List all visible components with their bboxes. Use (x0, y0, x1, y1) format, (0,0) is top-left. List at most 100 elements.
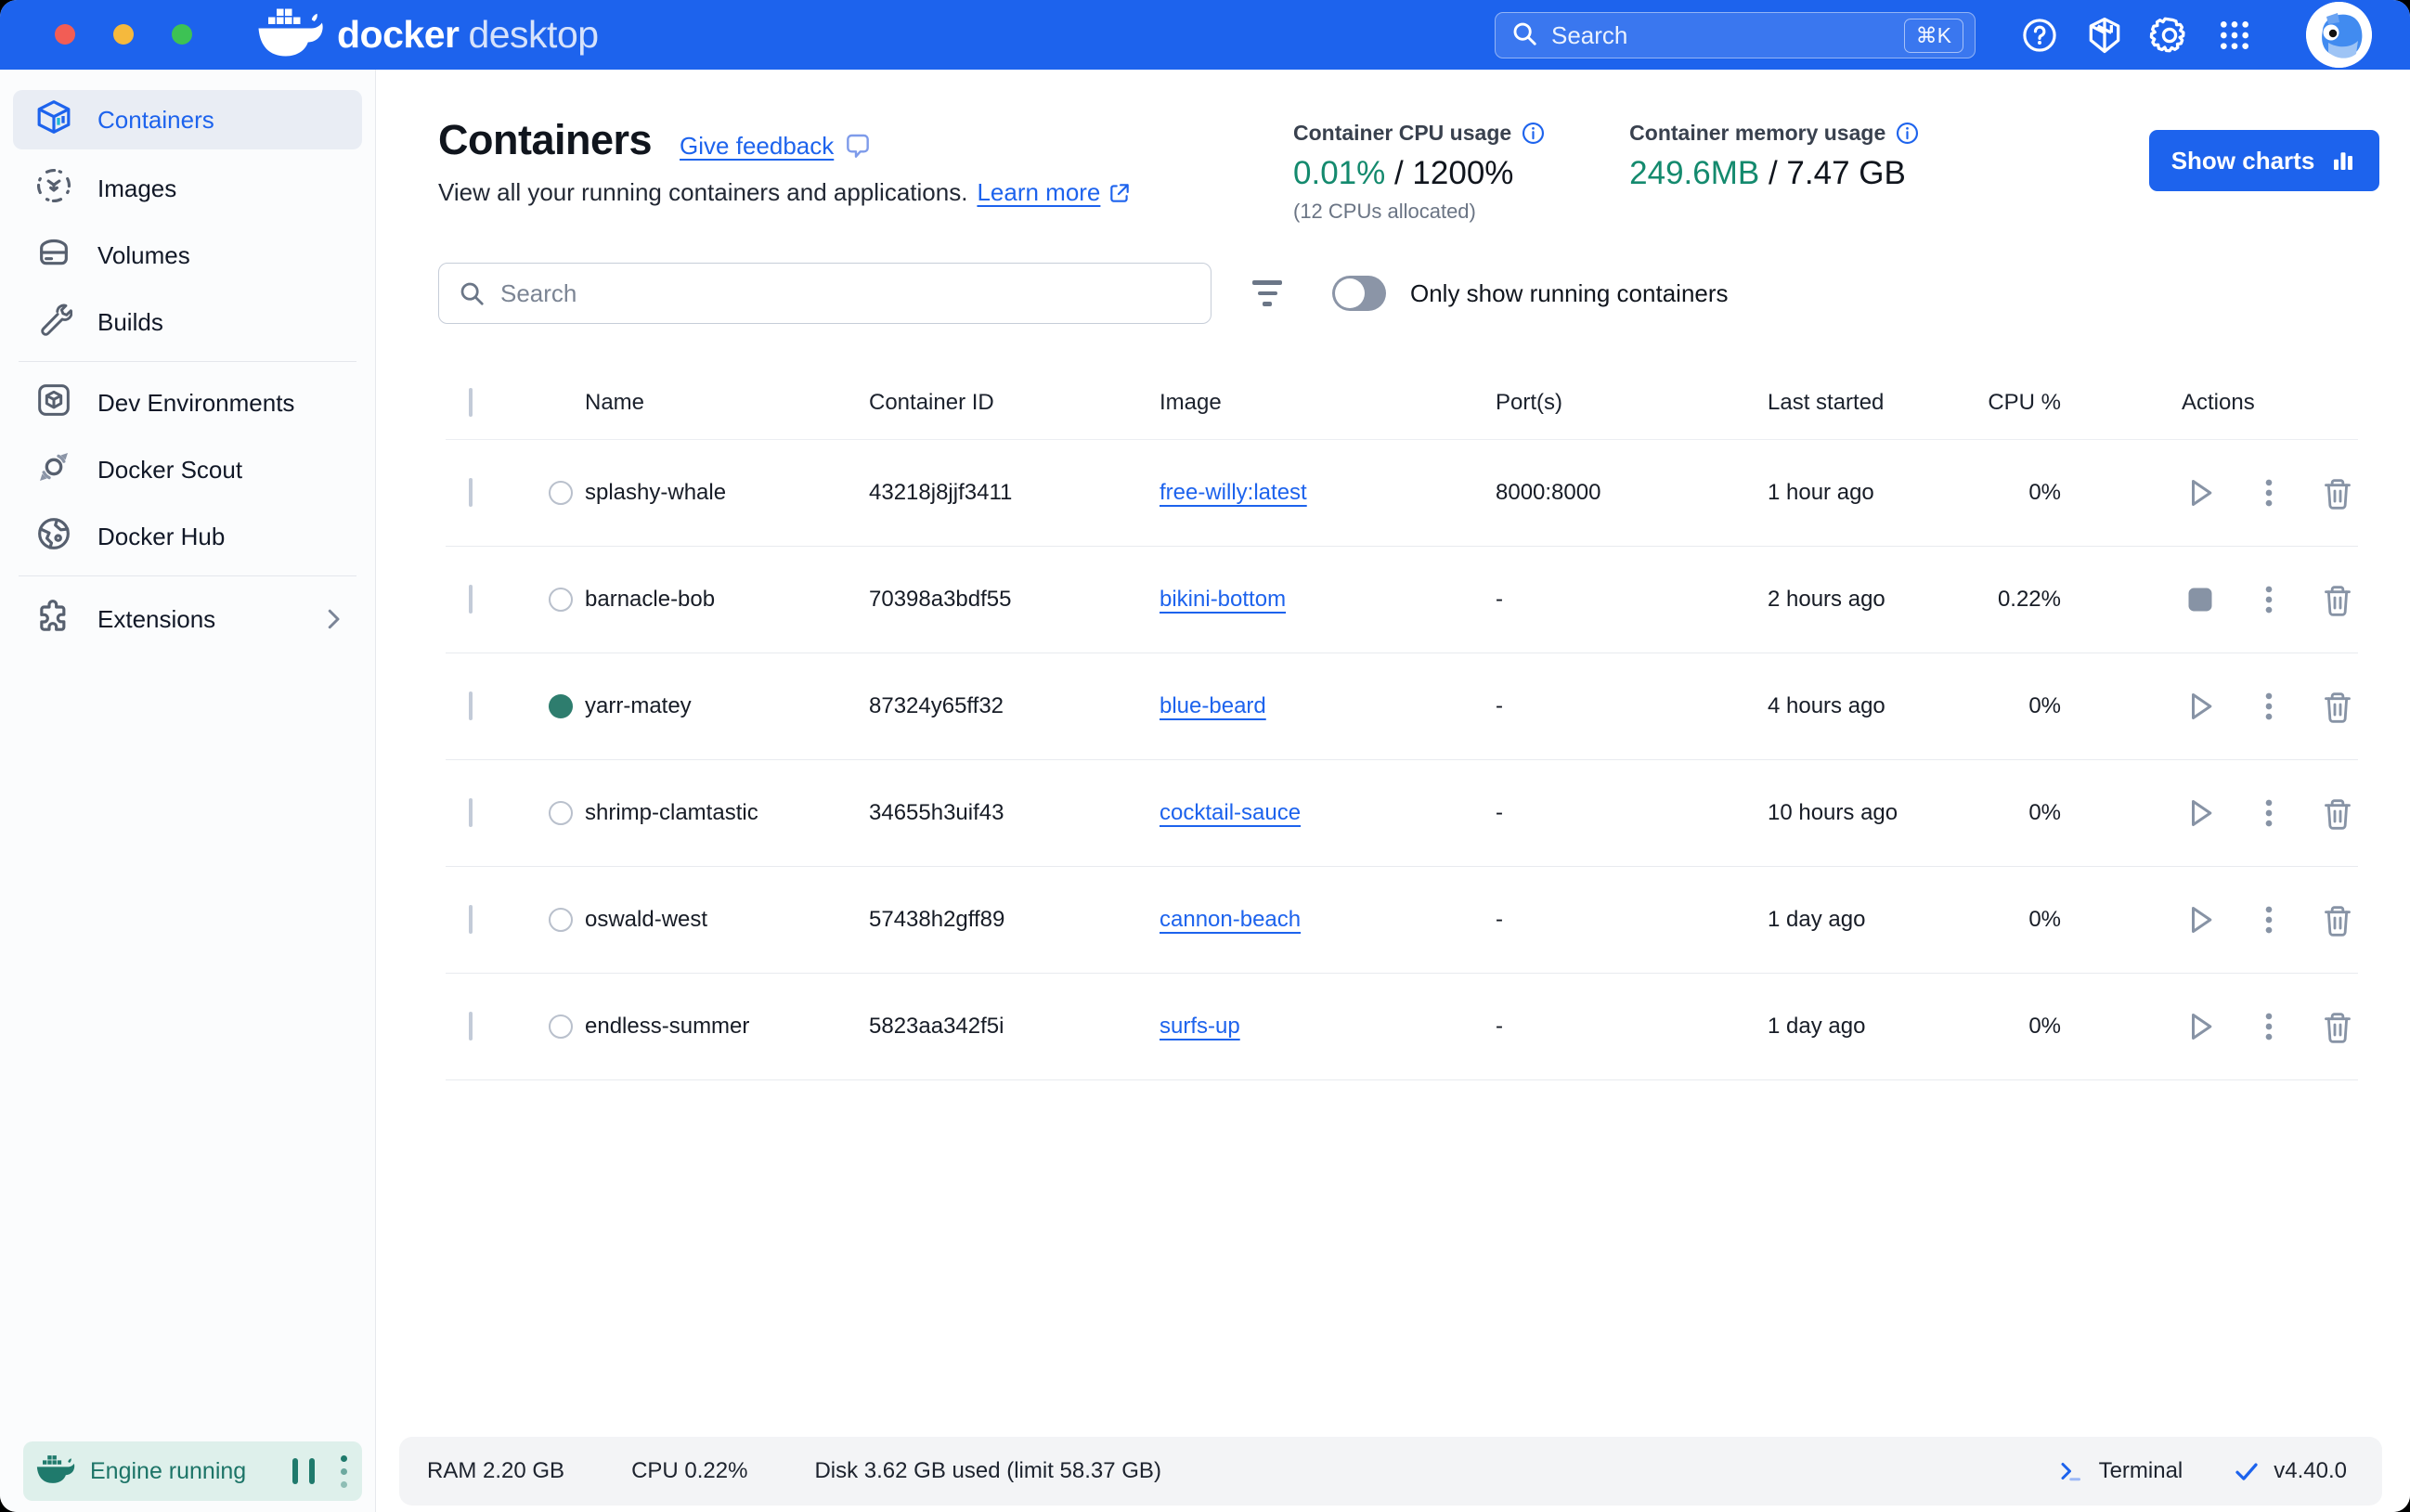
avatar[interactable] (2306, 2, 2372, 68)
image-link[interactable]: surfs-up (1160, 1014, 1240, 1039)
version-indicator[interactable]: v4.40.0 (2233, 1457, 2347, 1485)
stop-button[interactable] (2182, 581, 2219, 618)
pause-icon[interactable] (292, 1458, 315, 1484)
running-only-label: Only show running containers (1410, 279, 1729, 308)
images-icon (35, 167, 72, 211)
column-header-image[interactable]: Image (1160, 390, 1496, 416)
row-checkbox[interactable] (469, 905, 473, 934)
image-link[interactable]: blue-beard (1160, 693, 1266, 718)
terminal-icon (2058, 1457, 2086, 1485)
window-controls[interactable] (55, 24, 192, 45)
check-icon (2233, 1457, 2261, 1485)
sidebar-item-dev-environments[interactable]: Dev Environments (0, 369, 375, 436)
delete-button[interactable] (2319, 581, 2356, 618)
last-started: 10 hours ago (1768, 800, 1983, 826)
extensions-icon (35, 598, 72, 641)
sidebar-item-docker-hub[interactable]: Docker Hub (0, 503, 375, 570)
containers-table: Name Container ID Image Port(s) Last sta… (446, 367, 2358, 1080)
running-only-toggle[interactable] (1332, 276, 1386, 311)
kebab-icon[interactable] (341, 1455, 347, 1488)
chevron-right-icon (319, 605, 347, 633)
show-charts-button[interactable]: Show charts (2149, 130, 2379, 191)
column-header-last-started[interactable]: Last started (1768, 390, 1983, 416)
engine-status[interactable]: Engine running (23, 1441, 362, 1501)
column-header-name[interactable]: Name (525, 390, 869, 416)
image-link[interactable]: bikini-bottom (1160, 587, 1286, 612)
column-header-container-id[interactable]: Container ID (869, 390, 1160, 416)
sidebar-item-builds[interactable]: Builds (0, 289, 375, 355)
filter-icon[interactable] (1252, 280, 1282, 306)
settings-gear-icon[interactable] (2137, 15, 2202, 56)
image-link[interactable]: cannon-beach (1160, 907, 1301, 932)
delete-button[interactable] (2319, 901, 2356, 938)
row-checkbox[interactable] (469, 1012, 473, 1040)
kebab-menu-button[interactable] (2250, 688, 2287, 725)
play-button[interactable] (2182, 474, 2219, 511)
sidebar-item-volumes[interactable]: Volumes (0, 222, 375, 289)
table-row[interactable]: splashy-whale43218j8jjf3411free-willy:la… (446, 440, 2358, 547)
play-button[interactable] (2182, 795, 2219, 832)
info-icon[interactable] (1521, 121, 1546, 146)
delete-button[interactable] (2319, 1008, 2356, 1045)
container-ports: - (1496, 800, 1768, 826)
shortcut-badge: ⌘K (1904, 19, 1963, 53)
learning-center-icon[interactable] (2072, 15, 2137, 56)
cpu-percent: 0% (1983, 907, 2061, 933)
container-ports: - (1496, 1014, 1768, 1040)
delete-button[interactable] (2319, 688, 2356, 725)
row-checkbox[interactable] (469, 478, 473, 507)
containers-icon (35, 98, 72, 142)
close-button[interactable] (55, 24, 75, 45)
row-checkbox[interactable] (469, 798, 473, 827)
column-header-ports[interactable]: Port(s) (1496, 390, 1768, 416)
minimize-button[interactable] (113, 24, 134, 45)
containers-search-input[interactable]: Search (438, 263, 1211, 324)
sidebar-item-docker-scout[interactable]: Docker Scout (0, 436, 375, 503)
image-link[interactable]: cocktail-sauce (1160, 800, 1301, 825)
docker-logo: docker desktop (257, 0, 599, 70)
play-button[interactable] (2182, 688, 2219, 725)
logo-word-docker: docker (337, 13, 459, 57)
kebab-menu-button[interactable] (2250, 581, 2287, 618)
delete-button[interactable] (2319, 474, 2356, 511)
table-row[interactable]: oswald-west57438h2gff89cannon-beach-1 da… (446, 867, 2358, 974)
status-dot-stopped (549, 801, 573, 825)
sidebar-item-images[interactable]: Images (0, 155, 375, 222)
zoom-button[interactable] (172, 24, 192, 45)
give-feedback-link[interactable]: Give feedback (680, 132, 873, 162)
column-header-cpu[interactable]: CPU % (1983, 390, 2061, 416)
kebab-menu-button[interactable] (2250, 1008, 2287, 1045)
kebab-menu-button[interactable] (2250, 795, 2287, 832)
select-all-checkbox[interactable] (469, 388, 473, 417)
terminal-button[interactable]: Terminal (2058, 1457, 2183, 1485)
play-button[interactable] (2182, 901, 2219, 938)
table-row[interactable]: yarr-matey87324y65ff32blue-beard-4 hours… (446, 653, 2358, 760)
status-dot-stopped (549, 481, 573, 505)
cpu-status: CPU 0.22% (631, 1458, 747, 1484)
last-started: 4 hours ago (1768, 693, 1983, 719)
table-header: Name Container ID Image Port(s) Last sta… (446, 367, 2358, 440)
sidebar-item-label: Docker Scout (97, 456, 242, 485)
whale-logo-icon (257, 7, 324, 62)
play-button[interactable] (2182, 1008, 2219, 1045)
delete-button[interactable] (2319, 795, 2356, 832)
kebab-menu-button[interactable] (2250, 901, 2287, 938)
cpu-percent: 0.22% (1983, 587, 2061, 613)
info-icon[interactable] (1895, 121, 1920, 146)
sidebar-item-containers[interactable]: Containers (13, 90, 362, 149)
row-checkbox[interactable] (469, 585, 473, 614)
row-checkbox[interactable] (469, 691, 473, 720)
status-dot-stopped (549, 908, 573, 932)
builds-icon (35, 301, 72, 344)
table-row[interactable]: shrimp-clamtastic34655h3uif43cocktail-sa… (446, 760, 2358, 867)
sidebar-item-extensions[interactable]: Extensions (0, 586, 375, 653)
kebab-menu-button[interactable] (2250, 474, 2287, 511)
apps-grid-icon[interactable] (2202, 17, 2267, 54)
table-row[interactable]: endless-summer5823aa342f5isurfs-up-1 day… (446, 974, 2358, 1080)
table-body: splashy-whale43218j8jjf3411free-willy:la… (446, 440, 2358, 1080)
learn-more-link[interactable]: Learn more (977, 178, 1132, 207)
global-search-input[interactable]: Search ⌘K (1495, 12, 1976, 58)
help-icon[interactable] (2007, 16, 2072, 55)
image-link[interactable]: free-willy:latest (1160, 480, 1307, 505)
table-row[interactable]: barnacle-bob70398a3bdf55bikini-bottom-2 … (446, 547, 2358, 653)
